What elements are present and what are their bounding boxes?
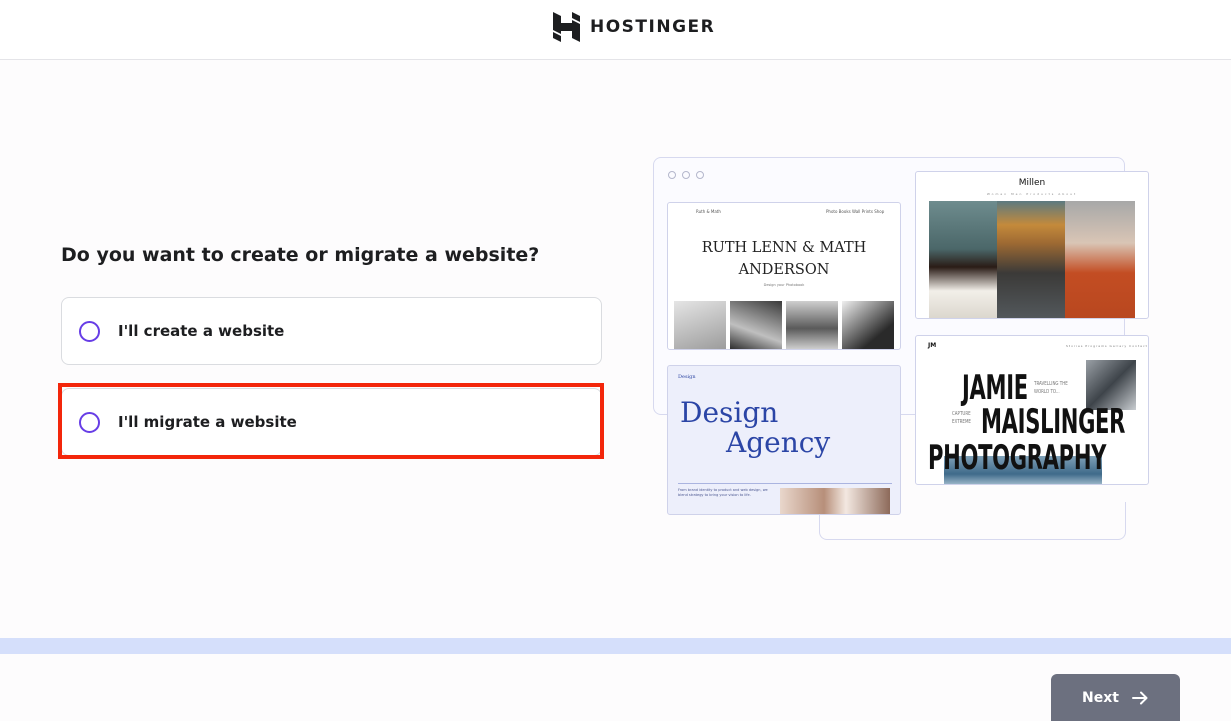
template-subtitle: Design your Photobook [763,283,805,287]
tagline: CAPTURE EXTREME [952,410,971,426]
photo [730,301,782,349]
photo [780,488,890,514]
template-brand: Ruth & Math [696,209,721,214]
option-create-website[interactable]: I'll create a website [61,297,602,365]
photo [786,301,838,349]
arrow-right-icon [1131,691,1148,704]
title-line: RUTH LENN & MATH [701,240,867,256]
option-migrate-website[interactable]: I'll migrate a website [61,388,602,456]
option-label: I'll create a website [118,322,285,340]
option-label: I'll migrate a website [118,413,297,431]
hostinger-logo[interactable]: HOSTINGER [553,12,715,42]
photo [842,301,894,349]
tagline-line: WORLD TO... [1034,389,1060,395]
template-nav: Women Men Products About [986,192,1078,196]
template-logo: JM [928,342,937,349]
divider [678,483,892,484]
photo [674,301,726,349]
name-line: PHOTOGRAPHY [928,438,1107,478]
title-line: ANDERSON [738,262,830,278]
brand-name: HOSTINGER [590,17,716,37]
template-title: Millen [1018,178,1046,188]
photo [929,201,997,318]
template-nav: Photo Books Wall Prints Shop [826,209,885,214]
template-title: Design [680,396,779,429]
question-heading: Do you want to create or migrate a websi… [61,244,540,266]
template-title: RUTH LENN & MATH ANDERSON [668,237,900,281]
next-button[interactable]: Next [1051,674,1180,721]
template-card-design-agency: Design Design Agency From brand identity… [667,365,901,515]
template-copy: From brand identity to product and web d… [678,488,768,497]
template-nav: Stories Programs Gallery Contact [1066,344,1148,348]
name-line: MAISLINGER [981,402,1126,442]
template-card-millen: Millen Women Men Products About [915,171,1149,319]
photo [997,201,1065,318]
radio-empty-icon[interactable] [79,320,100,342]
hostinger-logo-icon [553,12,580,42]
browser-dots [668,171,704,179]
photo [1065,201,1135,318]
radio-empty-icon[interactable] [79,411,100,433]
footer [0,654,1231,721]
template-brand: Design [678,374,696,380]
header: HOSTINGER [0,0,1231,60]
progress-bar [0,638,1231,654]
template-card-ruth: Ruth & Math Photo Books Wall Prints Shop… [667,202,901,350]
template-card-jamie: JM Stories Programs Gallery Contact JAMI… [915,335,1149,485]
tagline-line: CAPTURE [952,411,971,417]
tagline-line: EXTREME [952,419,971,425]
tagline: TRAVELLING THE WORLD TO... [1034,380,1068,396]
template-title: Agency [726,426,831,459]
next-button-label: Next [1082,689,1119,706]
website-templates-illustration: Ruth & Math Photo Books Wall Prints Shop… [636,150,1176,550]
tagline-line: TRAVELLING THE [1034,381,1068,387]
